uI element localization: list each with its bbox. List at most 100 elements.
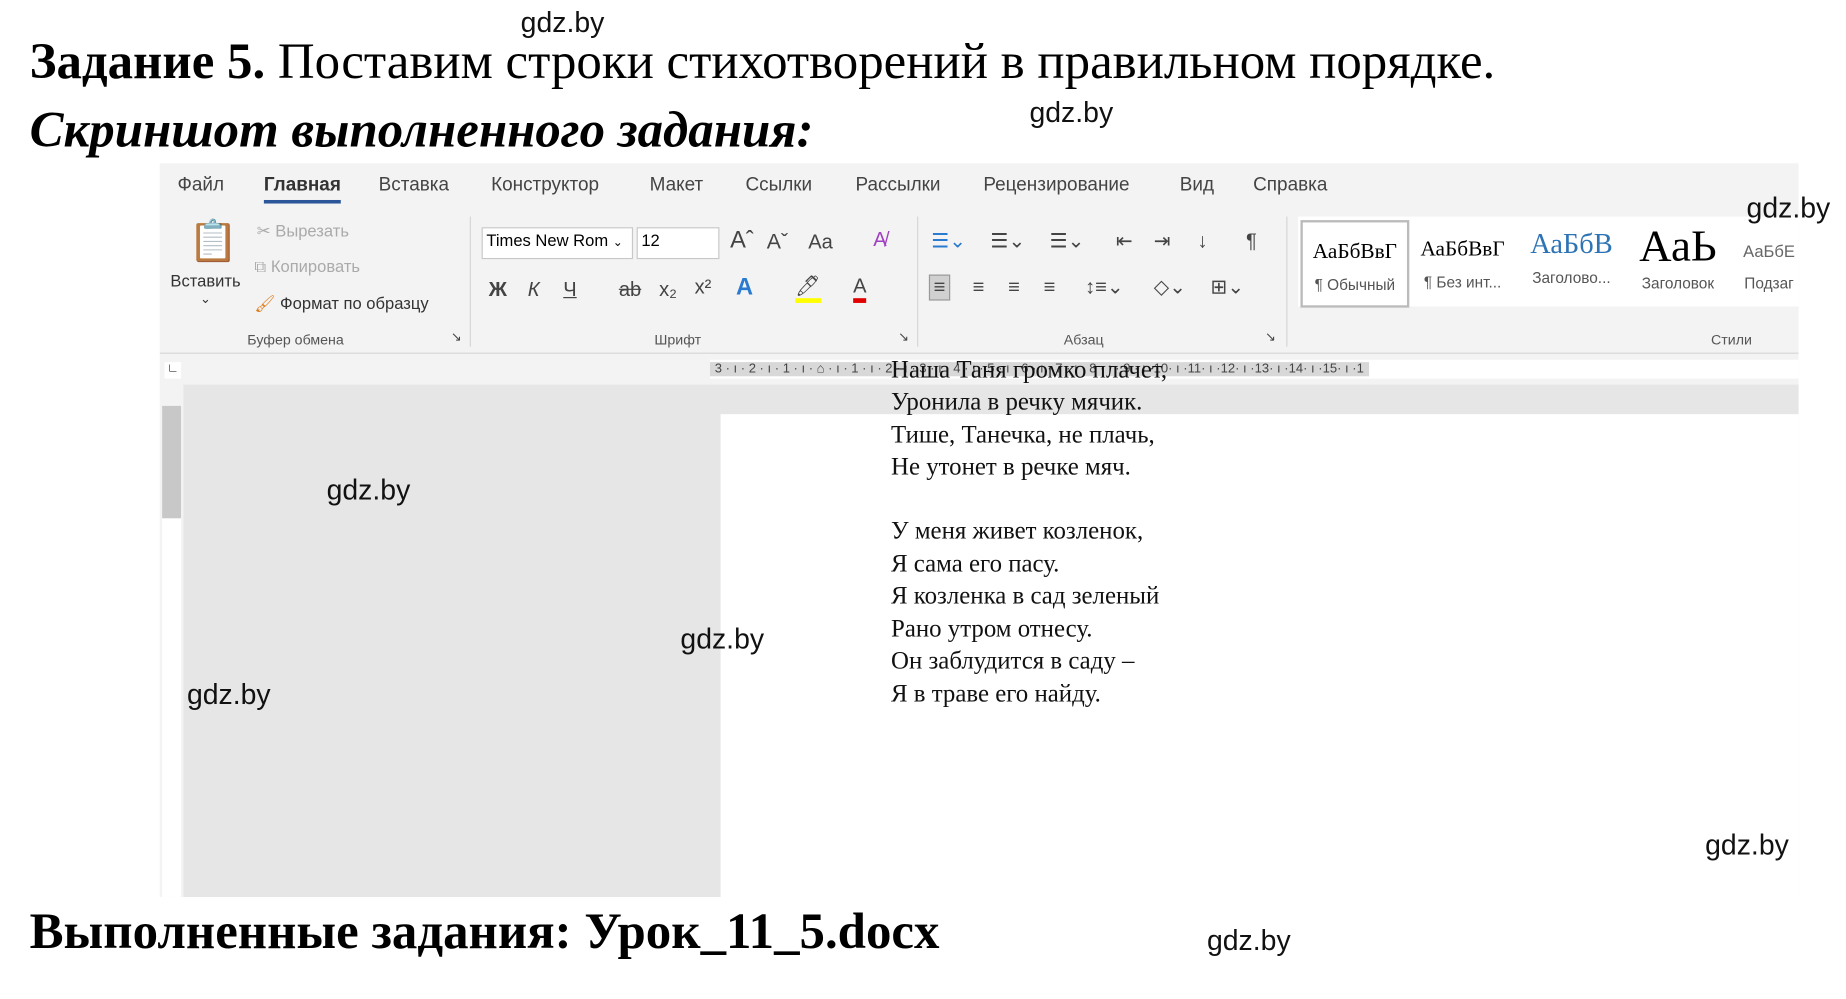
poem-line: Рано утром отнесу. xyxy=(891,614,1093,643)
divider xyxy=(159,352,1799,354)
paragraph-group-label: Абзац xyxy=(1063,331,1104,348)
align-right-icon[interactable]: ≡ xyxy=(1008,276,1020,300)
font-group-label: Шрифт xyxy=(654,331,702,348)
poem-line: Наша Таня громко плачет, xyxy=(891,354,1168,384)
decrease-indent-icon[interactable]: ⇤ xyxy=(1116,230,1133,254)
watermark: gdz.by xyxy=(326,474,411,507)
superscript-button[interactable]: x² xyxy=(695,276,712,300)
tab-help[interactable]: Справка xyxy=(1253,175,1327,196)
style-normal[interactable]: АаБбВвГ ¶ Обычный xyxy=(1300,220,1410,308)
poem-line: Тише, Танечка, не плачь, xyxy=(891,420,1155,449)
grow-font-icon[interactable]: Aˆ xyxy=(730,227,754,254)
style-preview: АаЬ xyxy=(1639,221,1717,271)
pilcrow-icon[interactable]: ¶ xyxy=(1246,230,1257,254)
dialog-launcher-icon[interactable]: ↘ xyxy=(1265,329,1276,344)
tab-file[interactable]: Файл xyxy=(177,175,224,196)
divider xyxy=(469,216,471,347)
copy-button[interactable]: ⧉ Копировать xyxy=(254,257,360,277)
tab-view[interactable]: Вид xyxy=(1180,175,1214,196)
justify-icon[interactable]: ≡ xyxy=(1044,276,1056,300)
bold-button[interactable]: Ж xyxy=(489,278,507,302)
format-painter-button[interactable]: 🖌 Формат по образцу xyxy=(254,293,428,313)
align-center-icon[interactable]: ≡ xyxy=(973,276,985,300)
style-name: ¶ Без инт... xyxy=(1423,273,1502,292)
paste-button[interactable]: Вставить xyxy=(170,271,240,290)
watermark: gdz.by xyxy=(186,679,271,712)
style-subtitle[interactable]: АаБбЕ Подзаг xyxy=(1734,220,1799,303)
align-left-icon[interactable]: ≡ xyxy=(928,274,951,301)
highlight-icon[interactable]: 🖊 xyxy=(795,275,821,303)
horizontal-ruler[interactable]: 3 · ı · 2 · ı · 1 · ı · ⌂ · ı · 1 · ı · … xyxy=(709,359,1799,379)
font-name-select[interactable]: Times New Rom ⌄ xyxy=(481,227,634,260)
document-page[interactable] xyxy=(720,414,1799,897)
line-spacing-icon[interactable]: ↕≡⌄ xyxy=(1085,276,1124,300)
font-size-value: 12 xyxy=(641,230,660,250)
style-name: ¶ Обычный xyxy=(1314,275,1396,294)
watermark: gdz.by xyxy=(1029,97,1114,129)
word-window: Файл Главная Вставка Конструктор Макет С… xyxy=(159,163,1799,897)
poem-line: Я козленка в сад зеленый xyxy=(891,581,1160,610)
style-title[interactable]: АаЬ Заголовок xyxy=(1627,220,1729,303)
tab-selector-icon[interactable]: ∟ xyxy=(164,362,182,379)
footer-text: Выполненные задания: Урок_11_5.docx xyxy=(29,904,940,960)
watermark: gdz.by xyxy=(1705,829,1789,862)
dialog-launcher-icon[interactable]: ↘ xyxy=(898,329,909,344)
chevron-down-icon[interactable]: ⌄ xyxy=(200,291,211,306)
style-heading-1[interactable]: АаБбВ Заголово... xyxy=(1518,220,1624,303)
style-preview: АаБбЕ xyxy=(1743,241,1795,261)
copy-label: Копировать xyxy=(270,256,361,276)
bullets-icon[interactable]: ☰⌄ xyxy=(931,230,966,254)
borders-icon[interactable]: ⊞⌄ xyxy=(1211,276,1245,300)
multilevel-list-icon[interactable]: ☰⌄ xyxy=(1050,230,1085,254)
style-preview: АаБбВ xyxy=(1530,229,1613,261)
poem-line: Уронила в речку мячик. xyxy=(891,386,1143,416)
styles-group-label: Стили xyxy=(1711,331,1752,348)
strikethrough-button[interactable]: ab xyxy=(619,278,641,302)
tab-review[interactable]: Рецензирование xyxy=(983,175,1129,196)
cut-label: Вырезать xyxy=(275,221,349,241)
change-case-button[interactable]: Aa xyxy=(808,231,833,255)
style-name: Заголовок xyxy=(1641,274,1715,293)
paste-icon[interactable]: 📋 xyxy=(188,218,238,265)
tab-references[interactable]: Ссылки xyxy=(745,175,812,196)
divider xyxy=(917,216,919,347)
task-text: Поставим строки стихотворений в правильн… xyxy=(277,34,1496,90)
font-color-icon[interactable]: A xyxy=(853,275,867,303)
style-preview: АаБбВвГ xyxy=(1312,239,1397,263)
task-title: Задание 5. Поставим строки стихотворений… xyxy=(30,33,1496,91)
underline-button[interactable]: Ч xyxy=(563,278,576,302)
text-effects-icon[interactable]: A xyxy=(736,275,753,302)
brush-icon: 🖌 xyxy=(254,293,281,313)
tab-design[interactable]: Конструктор xyxy=(491,175,599,196)
sort-icon[interactable]: ↓ xyxy=(1197,230,1207,254)
shrink-font-icon[interactable]: Aˇ xyxy=(767,230,788,255)
vertical-ruler[interactable] xyxy=(162,405,182,897)
poem-line: Он заблудится в саду – xyxy=(891,646,1135,675)
font-size-select[interactable]: 12 xyxy=(636,227,720,260)
tab-layout[interactable]: Макет xyxy=(650,175,704,196)
format-painter-label: Формат по образцу xyxy=(280,293,429,313)
style-no-spacing[interactable]: АаБбВвГ ¶ Без инт... xyxy=(1409,220,1515,303)
poem-line: Я в траве его найду. xyxy=(891,679,1101,708)
poem-line: У меня живет козленок, xyxy=(891,515,1144,545)
subtitle: Скриншот выполненного задания: xyxy=(29,102,814,159)
numbering-icon[interactable]: ☰⌄ xyxy=(990,230,1025,254)
poem-line: Не утонет в речке мяч. xyxy=(891,452,1131,481)
tab-insert[interactable]: Вставка xyxy=(379,175,449,196)
clear-formatting-icon[interactable]: A̸ xyxy=(873,228,886,252)
tab-mailings[interactable]: Рассылки xyxy=(856,175,941,196)
copy-icon: ⧉ xyxy=(254,256,271,276)
shading-icon[interactable]: ◇⌄ xyxy=(1154,276,1186,300)
subscript-button[interactable]: x₂ xyxy=(659,278,677,302)
clipboard-group-label: Буфер обмена xyxy=(247,331,344,348)
tab-home[interactable]: Главная xyxy=(263,175,341,204)
increase-indent-icon[interactable]: ⇥ xyxy=(1154,230,1171,254)
style-preview: АаБбВвГ xyxy=(1420,236,1505,261)
cut-button[interactable]: ✂ Вырезать xyxy=(257,221,349,241)
task-number: Задание 5. xyxy=(29,34,266,90)
dialog-launcher-icon[interactable]: ↘ xyxy=(451,329,462,344)
scissors-icon: ✂ xyxy=(256,221,276,241)
watermark: gdz.by xyxy=(680,623,765,656)
italic-button[interactable]: К xyxy=(528,278,540,302)
chevron-down-icon: ⌄ xyxy=(612,236,623,250)
